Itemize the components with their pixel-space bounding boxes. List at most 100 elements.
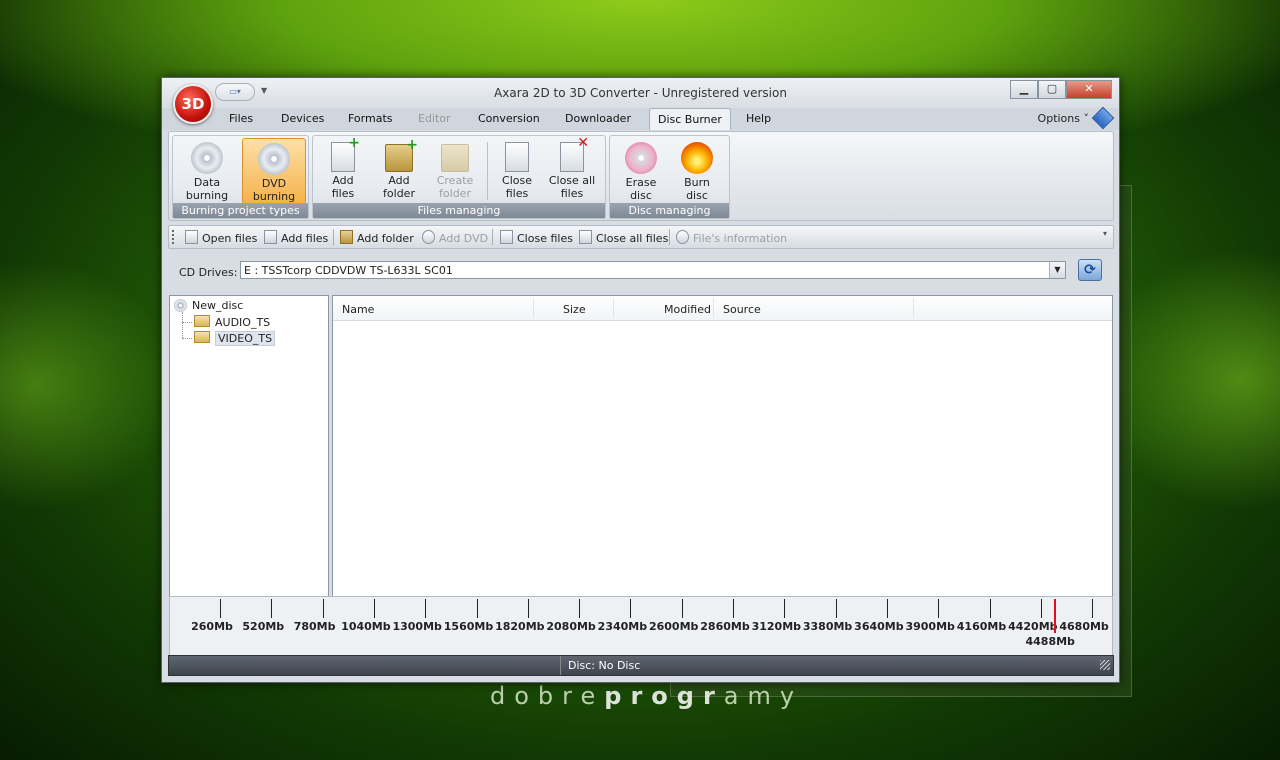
column-modified[interactable]: Modified (664, 303, 711, 316)
tree-node-root[interactable]: New_disc (174, 299, 243, 312)
burn-disc-icon (681, 142, 713, 174)
create-folder-icon (441, 144, 469, 172)
scale-tick-label: 3120Mb (751, 620, 802, 633)
scale-tick (1040, 599, 1042, 618)
file-list[interactable]: Name Size Modified Source (332, 295, 1113, 598)
toolbar-close-all-files[interactable]: Close all files (579, 230, 668, 245)
column-size[interactable]: Size (563, 303, 586, 316)
cd-drives-select[interactable]: E : TSSTcorp CDDVDW TS-L633L SC01 ▼ (240, 261, 1066, 279)
close-files-icon (505, 142, 529, 172)
column-source[interactable]: Source (723, 303, 761, 316)
close-all-files-icon (579, 230, 592, 244)
close-button[interactable]: ✕ (1066, 80, 1112, 99)
scale-tick-label: 260Mb (191, 620, 233, 633)
scale-tick (579, 599, 581, 618)
button-label: burning (252, 190, 296, 203)
erase-disc-button[interactable]: Erase disc (615, 138, 667, 202)
scale-tick (271, 599, 273, 618)
tab-devices[interactable]: Devices (281, 112, 324, 125)
status-left-pane (169, 656, 561, 675)
scale-tick-label: 2600Mb (648, 620, 699, 633)
column-name[interactable]: Name (342, 303, 374, 316)
scale-tick-label: 1040Mb (341, 620, 391, 633)
scale-tick (886, 599, 888, 618)
options-menu[interactable]: Options ˅ (1038, 112, 1089, 125)
tab-editor[interactable]: Editor (418, 112, 451, 125)
close-files-button[interactable]: Close files (491, 138, 543, 202)
help-diamond-icon[interactable] (1091, 106, 1115, 130)
button-label: Close all (548, 174, 596, 187)
add-folder-button[interactable]: + Add folder (373, 138, 425, 202)
toolbar-grip[interactable] (172, 230, 176, 244)
tree-node-label: AUDIO_TS (215, 316, 271, 329)
tree-node-video-ts[interactable]: VIDEO_TS (194, 331, 276, 346)
toolbar-label: File's information (693, 232, 788, 245)
scale-tick-label: 3900Mb (905, 620, 955, 633)
minimize-button[interactable]: ▁ (1010, 80, 1038, 99)
tab-files[interactable]: Files (229, 112, 253, 125)
create-folder-button[interactable]: Create folder (429, 138, 481, 202)
add-files-button[interactable]: + Add files (317, 136, 369, 202)
button-label: Add (388, 174, 410, 187)
tab-conversion[interactable]: Conversion (478, 112, 540, 125)
tab-disc-burner[interactable]: Disc Burner (649, 108, 731, 130)
toolbar-add-folder[interactable]: Add folder (340, 230, 414, 245)
column-separator[interactable] (613, 298, 614, 318)
toolbar-label: Add DVD (439, 232, 489, 245)
separator (492, 229, 493, 245)
button-label: files (505, 187, 529, 200)
column-separator[interactable] (713, 298, 714, 318)
toolbar-add-files[interactable]: Add files (264, 230, 328, 245)
toolbar-add-dvd[interactable]: Add DVD (422, 230, 488, 245)
scale-tick-label: 1820Mb (495, 620, 545, 633)
dvd-burning-button[interactable]: DVD burning (242, 138, 306, 204)
app-logo-icon[interactable]: 3D (173, 84, 213, 124)
open-files-icon (185, 230, 198, 244)
data-burning-button[interactable]: Data burning (181, 138, 233, 202)
add-dvd-icon (422, 230, 435, 244)
chevron-down-icon[interactable]: ▼ (1049, 262, 1065, 278)
data-disc-icon (191, 142, 223, 174)
close-all-files-icon: ✕ (560, 136, 589, 172)
erase-disc-icon (625, 142, 657, 174)
tab-formats[interactable]: Formats (348, 112, 393, 125)
add-files-icon: + (331, 136, 360, 172)
scale-tick-label: 1560Mb (443, 620, 494, 633)
button-label: Create (436, 174, 474, 187)
button-label: disc (686, 189, 708, 202)
scale-tick (784, 599, 786, 618)
disc-icon (174, 299, 187, 312)
toolbar-overflow-icon[interactable]: ▾ (1103, 229, 1111, 245)
close-all-files-button[interactable]: ✕ Close all files (546, 136, 598, 202)
column-separator[interactable] (533, 298, 534, 318)
refresh-drives-button[interactable]: ⟳ (1078, 259, 1102, 281)
capacity-marker[interactable] (1054, 599, 1057, 633)
scale-tick (527, 599, 529, 618)
scale-tick-label: 4680Mb (1059, 620, 1109, 633)
watermark: dobreprogramy (490, 682, 804, 710)
background-glow-left (0, 260, 180, 510)
tree-node-audio-ts[interactable]: AUDIO_TS (194, 315, 270, 329)
capacity-marker-label: 4488Mb (1025, 635, 1075, 648)
group-disc-managing: Erase disc Burn disc Disc managing (609, 135, 730, 219)
window-controls: ▁ ▢ ✕ (1010, 80, 1112, 99)
disc-tree: New_disc AUDIO_TS VIDEO_TS (169, 295, 329, 598)
resize-grip-icon[interactable] (1100, 660, 1110, 670)
button-label: burning (185, 189, 229, 202)
tab-help[interactable]: Help (746, 112, 771, 125)
tree-node-label: New_disc (192, 299, 244, 312)
toolbar-files-information[interactable]: File's information (676, 230, 787, 245)
burn-disc-button[interactable]: Burn disc (671, 138, 723, 202)
toolbar-label: Close all files (596, 232, 669, 245)
button-label: folder (383, 187, 415, 200)
button-label: Close (502, 174, 532, 187)
folder-open-icon (194, 331, 210, 343)
maximize-button[interactable]: ▢ (1038, 80, 1066, 99)
scale-tick-label: 2080Mb (546, 620, 596, 633)
tab-downloader[interactable]: Downloader (565, 112, 631, 125)
scale-tick (373, 599, 375, 618)
column-separator[interactable] (913, 298, 914, 318)
toolbar-close-files[interactable]: Close files (500, 230, 573, 245)
cd-drives-value: E : TSSTcorp CDDVDW TS-L633L SC01 (244, 264, 453, 277)
toolbar-open-files[interactable]: Open files (185, 230, 257, 245)
